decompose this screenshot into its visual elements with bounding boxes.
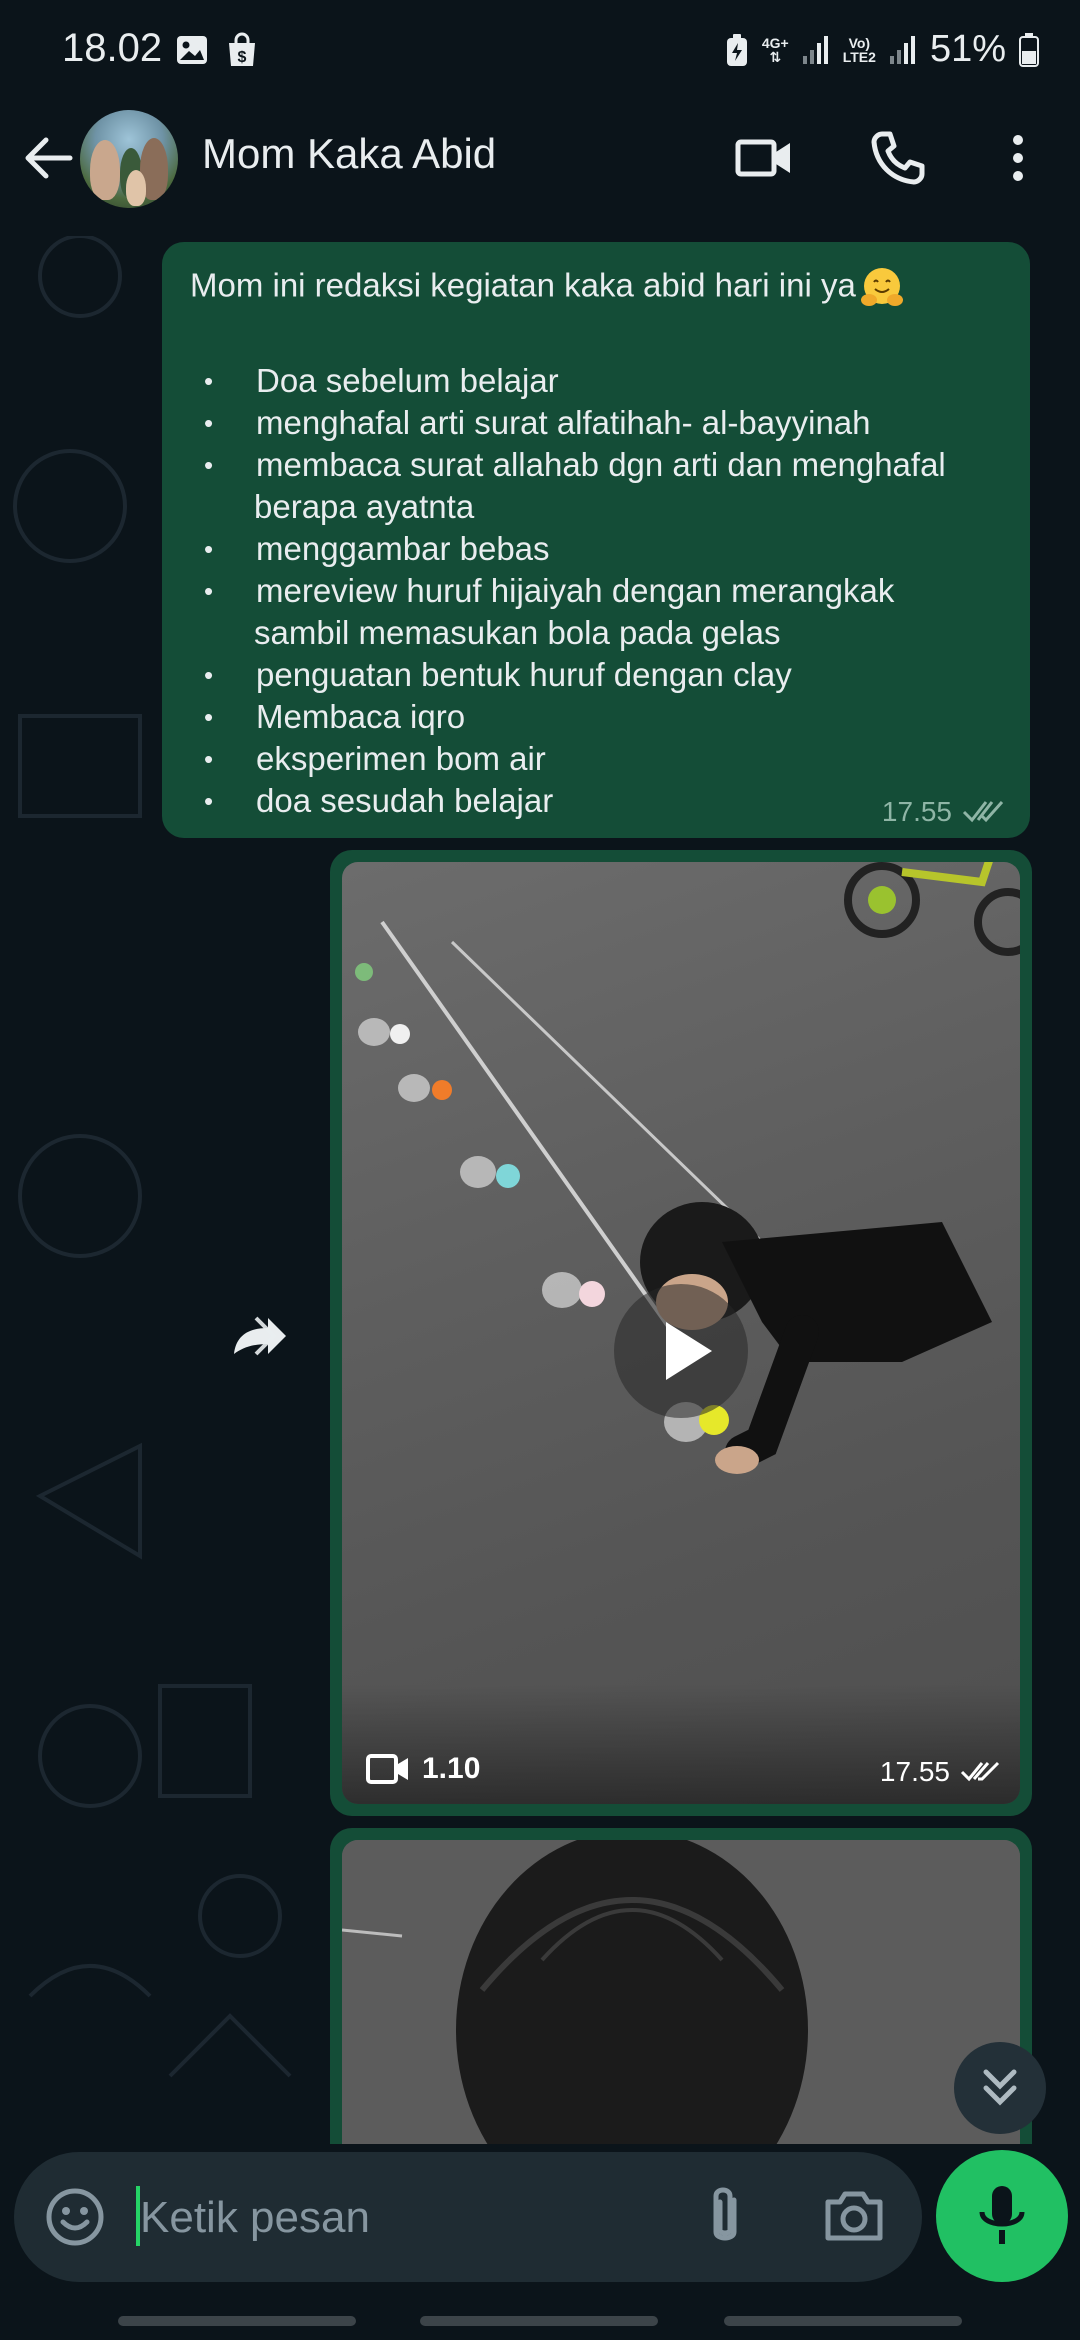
network-4g-indicator: 4G+ ⇅ [762,36,789,64]
outgoing-image-message[interactable] [330,1828,1032,2144]
signal-icon-2 [889,35,915,64]
video-thumbnail[interactable]: 1.10 17.55 [342,862,1020,1804]
video-duration-text: 1.10 [422,1752,481,1785]
back-arrow-icon[interactable] [20,130,76,186]
list-item: menggambar bebas [190,528,946,570]
list-item-continuation: sambil memasukan bola pada gelas [254,614,781,651]
video-duration: 1.10 [366,1752,480,1786]
hugging-face-emoji-icon [860,268,903,306]
network-4g-label: 4G+ [761,34,789,51]
voice-call-icon[interactable] [868,128,928,188]
contact-name[interactable]: Mom Kaka Abid [202,130,496,178]
microphone-icon [979,2186,1025,2244]
nav-back-button[interactable] [724,2316,962,2326]
message-title-text: Mom ini redaksi kegiatan kaka abid hari … [190,266,856,304]
double-chevron-down-icon [983,2069,1017,2106]
list-item: Doa sebelum belajar [190,360,946,402]
nav-home-button[interactable] [420,2316,658,2326]
volte-label-top: Vo) [848,34,871,51]
system-nav-bar [0,2300,1080,2340]
nav-recents-button[interactable] [118,2316,356,2326]
battery-saver-icon [726,33,747,66]
status-right-group: 4G+ ⇅ Vo) LTE2 51% [724,28,1040,71]
double-check-icon [962,801,1004,823]
activity-list: Doa sebelum belajar menghafal arti surat… [190,360,946,822]
list-item: membaca surat allahab dgn arti dan mengh… [190,444,946,486]
data-arrows-icon: ⇅ [769,48,782,65]
battery-icon [1019,32,1039,67]
attachment-paperclip-icon[interactable] [700,2184,750,2250]
outgoing-video-message[interactable]: 1.10 17.55 [330,850,1032,1816]
chat-area[interactable]: Mom ini redaksi kegiatan kaka abid hari … [0,236,1080,2144]
chat-header: Mom Kaka Abid [0,100,1080,236]
status-time: 18.02 [62,26,163,70]
emoji-icon[interactable] [44,2186,106,2248]
message-input-bar [14,2152,922,2282]
shopping-bag-icon: $ [229,32,255,66]
volte-label-bottom: LTE2 [842,48,876,65]
scroll-to-bottom-button[interactable] [954,2042,1046,2134]
image-thumbnail[interactable] [342,1840,1020,2144]
video-meta: 17.55 [880,1756,1002,1788]
battery-percent: 51% [929,28,1006,70]
more-options-icon[interactable] [1000,128,1036,188]
forward-icon[interactable] [222,1298,298,1374]
contact-avatar[interactable] [80,110,178,208]
image-scene [342,1840,1020,2144]
message-meta: 17.55 [882,796,1008,828]
voice-message-button[interactable] [936,2150,1068,2282]
notification-icons: $ [174,32,260,68]
list-item: penguatan bentuk huruf dengan clay [190,654,946,696]
message-time: 17.55 [881,796,952,827]
message-title: Mom ini redaksi kegiatan kaka abid hari … [190,264,906,312]
list-item-continuation: berapa ayatnta [254,488,475,525]
camera-icon[interactable] [822,2188,886,2244]
video-camera-icon [366,1754,408,1784]
play-button[interactable] [614,1284,748,1418]
double-check-icon [960,1761,1000,1782]
volte-indicator: Vo) LTE2 [843,36,876,64]
play-icon [666,1322,712,1380]
list-item: doa sesudah belajar [190,780,946,822]
svg-text:$: $ [238,49,247,66]
outgoing-text-message[interactable]: Mom ini redaksi kegiatan kaka abid hari … [162,242,1030,838]
status-bar: 18.02 $ 4G+ ⇅ Vo) LTE2 51% [0,0,1080,100]
list-item: mereview huruf hijaiyah dengan merangkak [190,570,946,612]
gallery-notification-icon [177,36,207,64]
message-input[interactable] [138,2180,682,2256]
video-time: 17.55 [879,1756,950,1787]
signal-icon-1 [802,35,828,64]
list-item: eksperimen bom air [190,738,946,780]
list-item: menghafal arti surat alfatihah- al-bayyi… [190,402,946,444]
video-call-icon[interactable] [734,128,794,188]
list-item: Membaca iqro [190,696,946,738]
